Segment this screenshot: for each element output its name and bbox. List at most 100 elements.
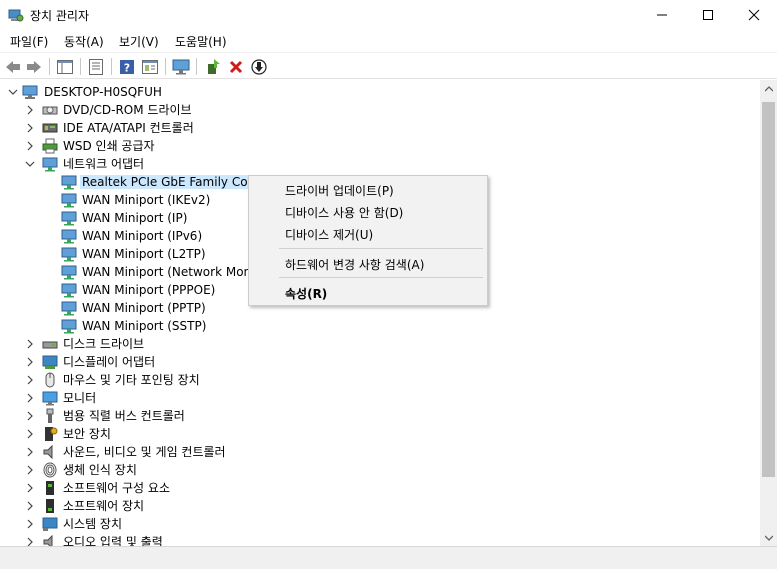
chevron-right-icon[interactable] — [24, 500, 36, 512]
tree-category[interactable]: 디스플레이 어댑터 — [0, 353, 300, 371]
menu-file[interactable]: 파일(F) — [6, 33, 52, 50]
scan-hardware-button[interactable] — [171, 57, 191, 76]
tree-category[interactable]: WSD 인쇄 공급자 — [0, 137, 300, 155]
forward-button[interactable] — [24, 57, 44, 76]
chevron-right-icon[interactable] — [24, 536, 36, 546]
toolbar-separator — [49, 58, 50, 75]
tree-category-label: 생체 인식 장치 — [63, 463, 137, 477]
disable-icon — [251, 58, 267, 75]
help-icon: ? — [120, 59, 134, 74]
chevron-right-icon[interactable] — [24, 518, 36, 530]
minimize-button[interactable] — [639, 0, 685, 30]
network-adapter-icon — [61, 229, 77, 244]
tree-category-network[interactable]: 네트워크 어댑터 — [0, 155, 300, 173]
chevron-right-icon[interactable] — [24, 338, 36, 350]
software-component-icon — [46, 481, 54, 495]
chevron-right-icon[interactable] — [24, 482, 36, 494]
tree-category-label: WSD 인쇄 공급자 — [63, 139, 155, 153]
maximize-button[interactable] — [685, 0, 731, 30]
view-button[interactable] — [140, 57, 160, 76]
chevron-right-icon[interactable] — [24, 446, 36, 458]
tree-category[interactable]: 모니터 — [0, 389, 300, 407]
tree-category[interactable]: 보안 장치 — [0, 425, 300, 443]
forward-icon — [27, 60, 41, 73]
context-menu-properties[interactable]: 속성(R) — [285, 285, 327, 302]
toolbar-separator — [196, 58, 197, 75]
context-menu-update-driver[interactable]: 드라이버 업데이트(P) — [285, 182, 394, 199]
ide-controller-icon — [42, 123, 58, 133]
chevron-right-icon[interactable] — [24, 464, 36, 476]
tree-category[interactable]: 범용 직렬 버스 컨트롤러 — [0, 407, 300, 425]
tree-category-label: 사운드, 비디오 및 게임 컨트롤러 — [63, 445, 226, 459]
tree-category-label: 네트워크 어댑터 — [63, 157, 145, 171]
minimize-icon — [657, 14, 667, 16]
chevron-right-icon[interactable] — [24, 428, 36, 440]
tree-category[interactable]: 시스템 장치 — [0, 515, 300, 533]
network-adapter-icon — [61, 211, 77, 226]
chevron-right-icon[interactable] — [24, 104, 36, 116]
network-adapter-icon — [61, 175, 77, 190]
display-adapter-icon — [42, 355, 58, 369]
chevron-right-icon[interactable] — [24, 122, 36, 134]
menu-view[interactable]: 보기(V) — [115, 33, 163, 50]
close-icon — [748, 9, 760, 21]
window-title: 장치 관리자 — [30, 9, 90, 23]
tree-category[interactable]: 마우스 및 기타 포인팅 장치 — [0, 371, 300, 389]
tree-device-label: WAN Miniport (L2TP) — [82, 247, 206, 261]
tree-category[interactable]: 소프트웨어 구성 요소 — [0, 479, 300, 497]
chevron-right-icon[interactable] — [24, 356, 36, 368]
menu-bar: 파일(F) 동작(A) 보기(V) 도움말(H) — [0, 30, 777, 52]
tree-category-label: 소프트웨어 장치 — [63, 499, 145, 513]
close-button[interactable] — [731, 0, 777, 30]
uninstall-button[interactable] — [226, 57, 246, 76]
disable-button[interactable] — [249, 57, 269, 76]
chevron-right-icon[interactable] — [24, 392, 36, 404]
tree-category[interactable]: IDE ATA/ATAPI 컨트롤러 — [0, 119, 300, 137]
tree-category-label: 디스크 드라이브 — [63, 337, 145, 351]
tree-category[interactable]: 생체 인식 장치 — [0, 461, 300, 479]
chevron-down-icon[interactable] — [24, 158, 36, 170]
scroll-thumb[interactable] — [762, 102, 775, 477]
tree-root-label: DESKTOP-H0SQFUH — [44, 85, 162, 99]
tree-category[interactable]: DVD/CD-ROM 드라이브 — [0, 101, 300, 119]
software-device-icon — [46, 499, 54, 513]
chevron-down-icon — [764, 535, 773, 541]
chevron-right-icon[interactable] — [24, 410, 36, 422]
device-manager-icon — [8, 7, 24, 23]
menu-action[interactable]: 동작(A) — [60, 33, 108, 50]
chevron-right-icon[interactable] — [24, 374, 36, 386]
maximize-icon — [703, 10, 713, 20]
chevron-right-icon[interactable] — [24, 140, 36, 152]
tree-category-label: 범용 직렬 버스 컨트롤러 — [63, 409, 185, 423]
svg-text:?: ? — [124, 61, 130, 74]
disk-drive-icon — [42, 341, 58, 349]
tree-category[interactable]: 디스크 드라이브 — [0, 335, 300, 353]
vertical-scrollbar[interactable] — [760, 80, 777, 546]
device-tree[interactable]: DESKTOP-H0SQFUH DVD/CD-ROM 드라이브 IDE ATA/… — [0, 80, 760, 546]
scroll-down-button[interactable] — [760, 529, 777, 546]
context-menu-separator — [279, 248, 483, 249]
back-button[interactable] — [3, 57, 23, 76]
show-hide-tree-button[interactable] — [55, 57, 75, 76]
tree-root[interactable]: DESKTOP-H0SQFUH — [0, 83, 300, 101]
printer-icon — [42, 138, 58, 154]
tree-category[interactable]: 사운드, 비디오 및 게임 컨트롤러 — [0, 443, 300, 461]
chevron-up-icon — [764, 85, 773, 91]
tree-category[interactable]: 오디오 입력 및 출력 — [0, 533, 300, 546]
help-button[interactable]: ? — [117, 57, 137, 76]
update-driver-button[interactable] — [203, 57, 223, 76]
status-bar — [0, 546, 777, 569]
properties-button[interactable] — [86, 57, 106, 76]
chevron-down-icon[interactable] — [7, 86, 19, 98]
tree-category-label: 모니터 — [63, 391, 97, 405]
tree-device[interactable]: WAN Miniport (SSTP) — [0, 317, 300, 335]
context-menu-uninstall-device[interactable]: 디바이스 제거(U) — [285, 226, 373, 243]
tree-category[interactable]: 소프트웨어 장치 — [0, 497, 300, 515]
scroll-up-button[interactable] — [760, 80, 777, 97]
context-menu-scan-hardware[interactable]: 하드웨어 변경 사항 검색(A) — [285, 256, 424, 273]
back-icon — [6, 60, 20, 73]
context-menu-disable-device[interactable]: 디바이스 사용 안 함(D) — [285, 204, 403, 221]
computer-icon — [22, 85, 38, 99]
menu-help[interactable]: 도움말(H) — [171, 33, 231, 50]
fingerprint-icon — [43, 462, 57, 478]
